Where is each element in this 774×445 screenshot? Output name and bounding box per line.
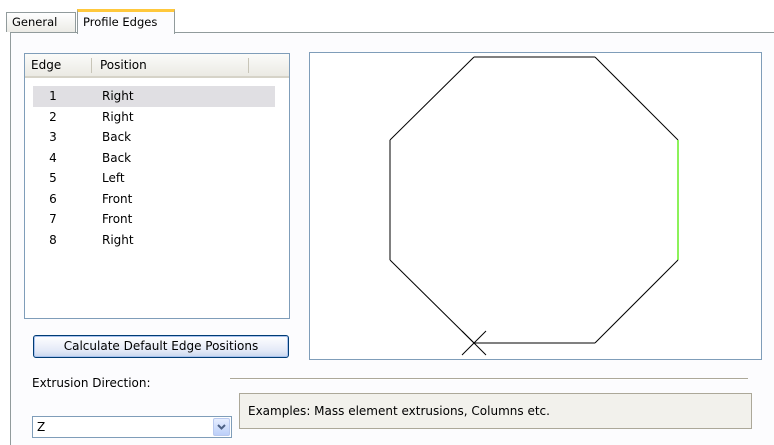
edge-position: Left bbox=[102, 171, 125, 185]
column-header-position[interactable]: Position bbox=[100, 54, 147, 76]
edge-position: Back bbox=[102, 130, 132, 144]
edge-list[interactable]: Edge Position 1 Right 2 Right 3 Back 4 B… bbox=[24, 53, 290, 319]
column-header-edge[interactable]: Edge bbox=[31, 54, 61, 76]
profile-edge bbox=[594, 56, 679, 141]
edge-position: Back bbox=[102, 151, 132, 165]
list-item[interactable]: 4 Back bbox=[33, 148, 275, 169]
octagon-profile bbox=[389, 56, 679, 356]
dropdown-arrow-button[interactable] bbox=[213, 418, 230, 436]
tab-general[interactable]: General bbox=[6, 12, 76, 32]
extrusion-direction-select[interactable]: Z bbox=[32, 416, 232, 438]
edge-number: 4 bbox=[49, 151, 57, 165]
profile-edge bbox=[389, 259, 475, 344]
edge-number: 2 bbox=[49, 110, 57, 124]
edge-number: 8 bbox=[49, 233, 57, 247]
profile-preview bbox=[309, 52, 762, 360]
list-item[interactable]: 2 Right bbox=[33, 107, 275, 128]
list-item[interactable]: 3 Back bbox=[33, 127, 275, 148]
edge-number: 3 bbox=[49, 130, 57, 144]
edge-list-header: Edge Position bbox=[25, 54, 289, 78]
calculate-default-edge-positions-button[interactable]: Calculate Default Edge Positions bbox=[33, 335, 289, 358]
list-item[interactable]: 6 Front bbox=[33, 189, 275, 210]
edge-position: Right bbox=[102, 110, 134, 124]
examples-text: Examples: Mass element extrusions, Colum… bbox=[248, 404, 550, 418]
profile-edge bbox=[389, 56, 475, 141]
edge-position: Front bbox=[102, 192, 133, 206]
edge-number: 5 bbox=[49, 171, 57, 185]
list-item[interactable]: 7 Front bbox=[33, 209, 275, 230]
edge-position: Right bbox=[102, 89, 134, 103]
extrusion-direction-value: Z bbox=[37, 420, 46, 434]
examples-box: Examples: Mass element extrusions, Colum… bbox=[239, 393, 752, 429]
edge-position: Front bbox=[102, 212, 133, 226]
profile-edge bbox=[594, 259, 679, 344]
column-separator[interactable] bbox=[91, 58, 92, 73]
separator-line-highlight bbox=[230, 379, 748, 380]
edge-number: 7 bbox=[49, 212, 57, 226]
tab-profile-edges[interactable]: Profile Edges bbox=[77, 9, 175, 34]
edge-number: 1 bbox=[49, 89, 57, 103]
chevron-down-icon bbox=[217, 424, 226, 430]
edge-number: 6 bbox=[49, 192, 57, 206]
edge-position: Right bbox=[102, 233, 134, 247]
list-item[interactable]: 8 Right bbox=[33, 230, 275, 251]
extrusion-direction-label: Extrusion Direction: bbox=[32, 376, 151, 390]
column-separator[interactable] bbox=[248, 58, 249, 73]
list-item[interactable]: 1 Right bbox=[33, 86, 275, 107]
list-item[interactable]: 5 Left bbox=[33, 168, 275, 189]
